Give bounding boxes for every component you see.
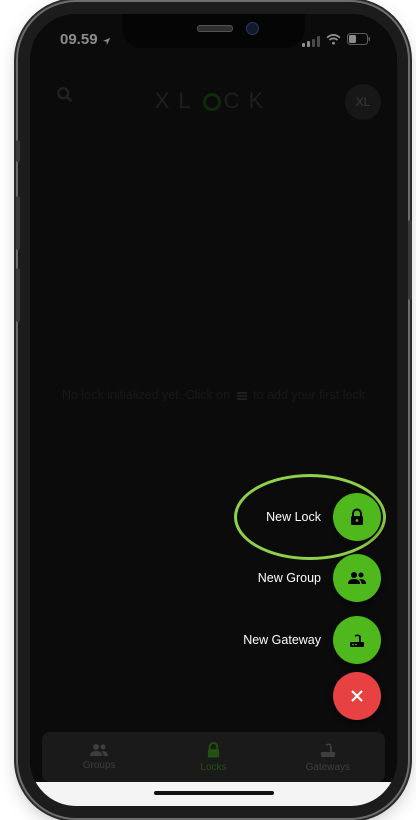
tab-locks[interactable]: Locks [156,732,270,782]
fab-new-gateway[interactable]: New Gateway [243,616,381,664]
new-lock-button[interactable] [333,493,381,541]
tab-groups-label: Groups [82,760,116,771]
bottom-tab-bar: Groups Locks Gateways [42,732,385,782]
router-icon [350,634,364,647]
fab-new-lock-label: New Lock [266,510,321,524]
phone-side-button [16,140,20,162]
phone-screen: 09.59 XL CK XL No lock initialized yet. … [30,14,397,806]
fab-new-group[interactable]: New Group [258,554,381,602]
tab-groups[interactable]: Groups [42,732,156,782]
lock-icon [351,508,363,525]
tab-locks-label: Locks [200,762,227,773]
speaker-grille [197,25,233,32]
fab-new-group-label: New Group [257,571,321,585]
notch [122,14,305,48]
fab-new-gateway-label: New Gateway [243,633,321,647]
home-indicator-area [30,782,397,806]
close-icon [351,690,363,702]
phone-volume-up [16,196,20,250]
home-indicator[interactable] [154,791,274,795]
router-icon [320,743,335,757]
group-icon [348,572,366,584]
front-camera [246,22,259,35]
new-gateway-button[interactable] [333,616,381,664]
tab-gateways-label: Gateways [305,762,351,773]
group-icon [90,744,109,756]
tab-gateways[interactable]: Gateways [271,732,385,782]
phone-volume-down [16,268,20,322]
fab-close-button[interactable] [333,672,381,720]
phone-power-button [408,220,412,300]
lock-icon [207,742,220,758]
new-group-button[interactable] [333,554,381,602]
fab-new-lock[interactable]: New Lock [266,493,381,541]
